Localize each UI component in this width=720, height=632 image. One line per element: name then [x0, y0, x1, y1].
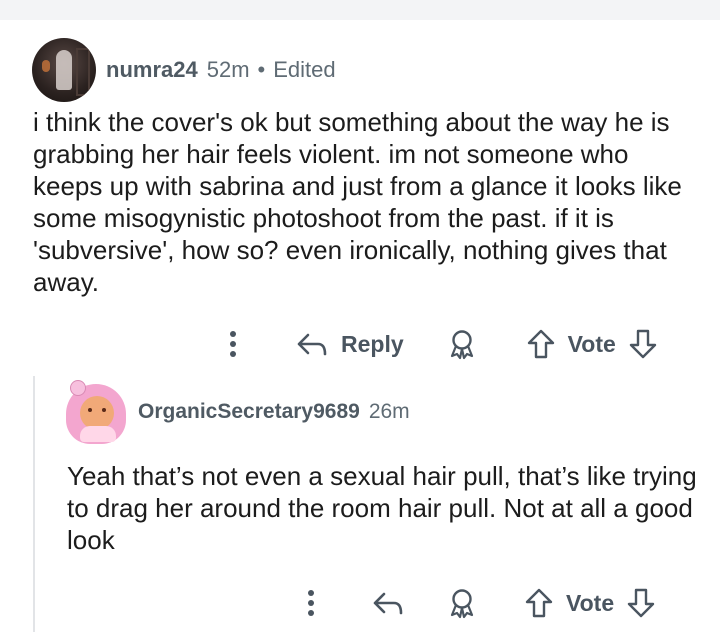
award-button[interactable]: [446, 328, 478, 360]
avatar[interactable]: [32, 38, 96, 102]
reply-arrow-icon: [296, 330, 328, 358]
vote-count: Vote: [566, 589, 615, 616]
downvote-button[interactable]: [626, 587, 656, 619]
comment-header: OrganicSecretary9689 26m: [66, 380, 410, 444]
avatar[interactable]: [66, 380, 130, 444]
reply-button[interactable]: Reply: [296, 330, 404, 358]
reply-arrow-icon: [372, 589, 404, 617]
upvote-button[interactable]: Vote: [526, 328, 616, 360]
more-vertical-icon: [229, 330, 237, 358]
upvote-arrow-icon: [524, 587, 554, 619]
upvote-arrow-icon: [526, 328, 556, 360]
award-icon: [446, 328, 478, 360]
upvote-button[interactable]: Vote: [524, 587, 614, 619]
comment-organicsecretary9689: OrganicSecretary9689 26m Yeah that’s not…: [0, 376, 720, 632]
comment-actions: Reply Vote: [218, 328, 658, 360]
username[interactable]: numra24: [106, 57, 198, 83]
downvote-arrow-icon: [626, 587, 656, 619]
award-icon: [446, 587, 478, 619]
username[interactable]: OrganicSecretary9689: [138, 400, 360, 424]
vote-count: Vote: [567, 330, 616, 357]
reply-button[interactable]: [372, 589, 404, 617]
award-button[interactable]: [446, 587, 478, 619]
comment-numra24: numra24 52m • Edited i think the cover's…: [0, 20, 720, 380]
downvote-arrow-icon: [628, 328, 658, 360]
top-bar: [0, 0, 720, 20]
timestamp: 26m: [368, 400, 410, 423]
more-options-button[interactable]: [218, 329, 248, 359]
more-vertical-icon: [307, 589, 315, 617]
comment-body: Yeah that’s not even a sexual hair pull,…: [67, 461, 697, 555]
meta-separator: •: [257, 57, 266, 82]
downvote-button[interactable]: [628, 328, 658, 360]
edited-label: Edited: [273, 57, 336, 82]
comment-header: numra24 52m • Edited: [32, 38, 336, 102]
comment-actions: Vote: [296, 587, 656, 619]
timestamp: 52m: [206, 57, 250, 82]
more-options-button[interactable]: [296, 588, 326, 618]
reply-label: Reply: [341, 330, 404, 357]
comment-body: i think the cover's ok but something abo…: [33, 107, 682, 297]
